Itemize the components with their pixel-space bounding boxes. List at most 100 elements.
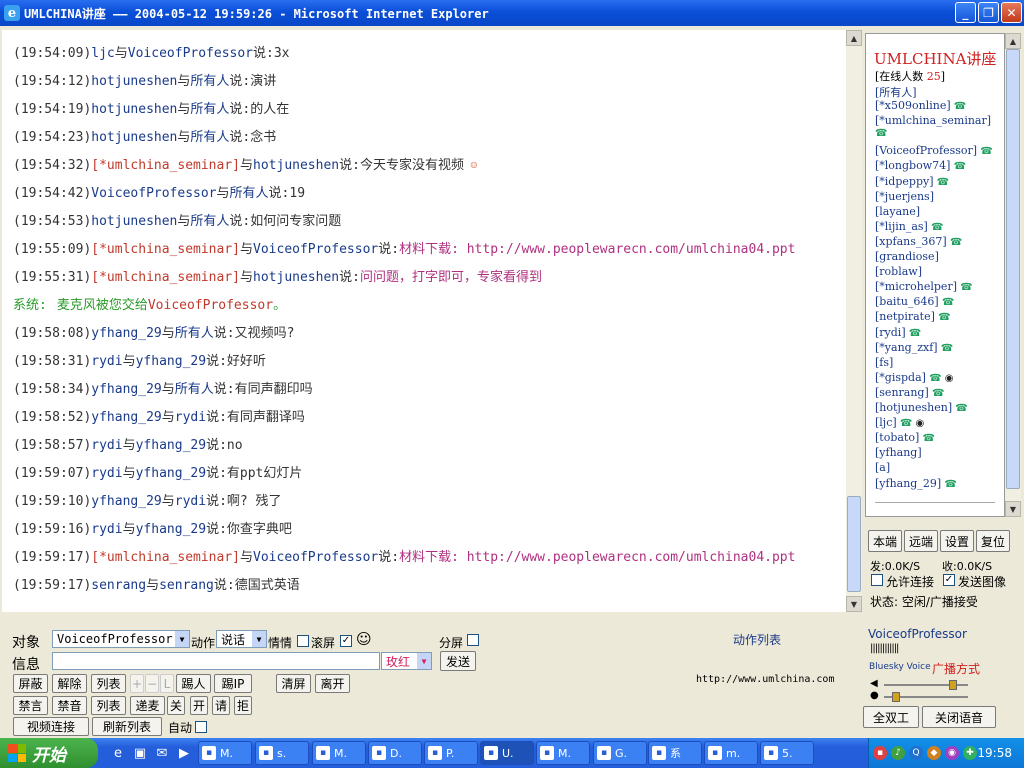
- row2-button-3[interactable]: 递麦: [130, 696, 165, 715]
- taskbar-item[interactable]: ▪ M.: [198, 741, 252, 765]
- close-voice-button[interactable]: 关闭语音: [922, 706, 996, 728]
- user-item[interactable]: [xpfans_367] ☎: [875, 235, 962, 248]
- chat-sender[interactable]: [*umlchina_seminar]: [91, 550, 240, 565]
- title-bar[interactable]: e UMLCHINA讲座 —— 2004-05-12 19:59:26 - Mi…: [0, 0, 1024, 26]
- chat-recipient[interactable]: senrang: [159, 578, 214, 593]
- minimize-button[interactable]: _: [955, 2, 976, 23]
- user-list-scrollbar[interactable]: ▲ ▼: [1005, 33, 1021, 517]
- target-select[interactable]: VoiceofProfessor ▼: [52, 630, 190, 648]
- chat-recipient[interactable]: hotjuneshen: [253, 270, 339, 285]
- chat-sender[interactable]: VoiceofProfessor: [91, 186, 216, 201]
- media-quicklaunch-icon[interactable]: ▶: [174, 743, 194, 763]
- user-item[interactable]: [grandiose]: [875, 250, 939, 263]
- chat-recipient[interactable]: yfhang_29: [136, 466, 206, 481]
- chat-sender[interactable]: ljc: [91, 46, 114, 61]
- user-item[interactable]: [baitu_646] ☎: [875, 295, 954, 308]
- user-item[interactable]: [*lijin_as] ☎: [875, 220, 943, 233]
- user-item[interactable]: [*juerjens]: [875, 190, 934, 203]
- taskbar-item[interactable]: ▪ G.: [593, 741, 647, 765]
- qq-icon[interactable]: Q: [909, 746, 923, 760]
- send-button[interactable]: 发送: [440, 651, 476, 671]
- user-item[interactable]: [*idpeppy] ☎: [875, 175, 949, 188]
- user-item[interactable]: [fs]: [875, 356, 893, 369]
- im-icon[interactable]: ◉: [945, 746, 959, 760]
- site-url[interactable]: http://www.umlchina.com: [696, 674, 834, 685]
- connection-icon[interactable]: ✚: [963, 746, 977, 760]
- user-item[interactable]: [*yang_zxf] ☎: [875, 341, 953, 354]
- send-image-checkbox[interactable]: ✓: [943, 574, 955, 586]
- row1-button-2[interactable]: 列表: [91, 674, 126, 693]
- row1-button-5[interactable]: L: [160, 674, 174, 693]
- user-item[interactable]: [rydi] ☎: [875, 326, 921, 339]
- ie-quicklaunch-icon[interactable]: e: [108, 743, 128, 763]
- smiley-icon[interactable]: ☺: [356, 630, 372, 648]
- speaker-tray-icon[interactable]: ♪: [891, 746, 905, 760]
- user-item[interactable]: [*umlchina_seminar] ☎: [875, 114, 991, 139]
- scroll-up-icon[interactable]: ▲: [846, 30, 862, 46]
- messenger-quicklaunch-icon[interactable]: ✉: [152, 743, 172, 763]
- row2-button-0[interactable]: 禁言: [13, 696, 48, 715]
- user-item[interactable]: [layane]: [875, 205, 920, 218]
- chat-sender[interactable]: rydi: [91, 438, 122, 453]
- chat-sender[interactable]: yfhang_29: [91, 410, 161, 425]
- scroll-down-icon[interactable]: ▼: [846, 596, 862, 612]
- local-button[interactable]: 本端: [868, 530, 902, 552]
- chat-scrollbar[interactable]: ▲ ▼: [846, 30, 862, 612]
- chat-recipient[interactable]: 所有人: [190, 74, 229, 89]
- chat-recipient[interactable]: 所有人: [230, 186, 269, 201]
- row1-button-1[interactable]: 解除: [52, 674, 87, 693]
- user-item[interactable]: [tobato] ☎: [875, 431, 935, 444]
- chat-sender[interactable]: senrang: [91, 578, 146, 593]
- user-item[interactable]: [netpirate] ☎: [875, 310, 951, 323]
- close-button[interactable]: ✕: [1001, 2, 1022, 23]
- volume-slider[interactable]: [884, 680, 968, 690]
- row1-button-7[interactable]: 踢IP: [214, 674, 252, 693]
- taskbar-item[interactable]: ▪ 系: [648, 741, 702, 765]
- chat-sender[interactable]: rydi: [91, 466, 122, 481]
- user-item[interactable]: [*longbow74] ☎: [875, 159, 966, 172]
- chat-recipient[interactable]: rydi: [175, 494, 206, 509]
- chat-sender[interactable]: [*umlchina_seminar]: [91, 158, 240, 173]
- row2-button-1[interactable]: 禁音: [52, 696, 87, 715]
- chat-recipient[interactable]: 所有人: [175, 326, 214, 341]
- user-item[interactable]: [*microhelper] ☎: [875, 280, 973, 293]
- chat-recipient[interactable]: 所有人: [190, 130, 229, 145]
- taskbar-item[interactable]: ▪ s.: [255, 741, 309, 765]
- action-list-link[interactable]: 动作列表: [733, 631, 781, 648]
- remote-button[interactable]: 远端: [904, 530, 938, 552]
- auto-checkbox[interactable]: [195, 721, 207, 733]
- user-item[interactable]: [yfhang]: [875, 446, 922, 459]
- scroll-down-icon[interactable]: ▼: [1005, 501, 1021, 517]
- chat-sender[interactable]: hotjuneshen: [91, 74, 177, 89]
- mood-checkbox[interactable]: [297, 635, 309, 647]
- full-duplex-button[interactable]: 全双工: [863, 706, 919, 728]
- chat-sender[interactable]: yfhang_29: [91, 382, 161, 397]
- chat-sender[interactable]: hotjuneshen: [91, 214, 177, 229]
- chat-recipient[interactable]: rydi: [175, 410, 206, 425]
- row3-button-1[interactable]: 刷新列表: [92, 717, 162, 736]
- reset-button[interactable]: 复位: [976, 530, 1010, 552]
- row1-button-9[interactable]: 离开: [315, 674, 350, 693]
- scroll-thumb[interactable]: [847, 496, 861, 592]
- system-name[interactable]: VoiceofProfessor: [148, 298, 273, 313]
- taskbar-item[interactable]: ▪ U.: [480, 741, 534, 765]
- chat-recipient[interactable]: VoiceofProfessor: [128, 46, 253, 61]
- action-select[interactable]: 说话 ▼: [216, 630, 267, 648]
- user-item[interactable]: [a]: [875, 461, 890, 474]
- chat-sender[interactable]: rydi: [91, 522, 122, 537]
- network-icon[interactable]: ▪: [873, 746, 887, 760]
- row2-button-5[interactable]: 开: [190, 696, 208, 715]
- start-button[interactable]: 开始: [0, 738, 98, 768]
- row2-button-2[interactable]: 列表: [91, 696, 126, 715]
- chat-sender[interactable]: hotjuneshen: [91, 130, 177, 145]
- scroll-up-icon[interactable]: ▲: [1005, 33, 1021, 49]
- chat-recipient[interactable]: 所有人: [175, 382, 214, 397]
- chat-sender[interactable]: yfhang_29: [91, 326, 161, 341]
- taskbar-item[interactable]: ▪ m.: [704, 741, 758, 765]
- user-item[interactable]: [*gispda] ☎ ◉: [875, 371, 953, 384]
- row3-button-0[interactable]: 视频连接: [13, 717, 89, 736]
- chat-recipient[interactable]: hotjuneshen: [253, 158, 339, 173]
- settings-button[interactable]: 设置: [940, 530, 974, 552]
- row2-button-4[interactable]: 关: [167, 696, 185, 715]
- chat-sender[interactable]: yfhang_29: [91, 494, 161, 509]
